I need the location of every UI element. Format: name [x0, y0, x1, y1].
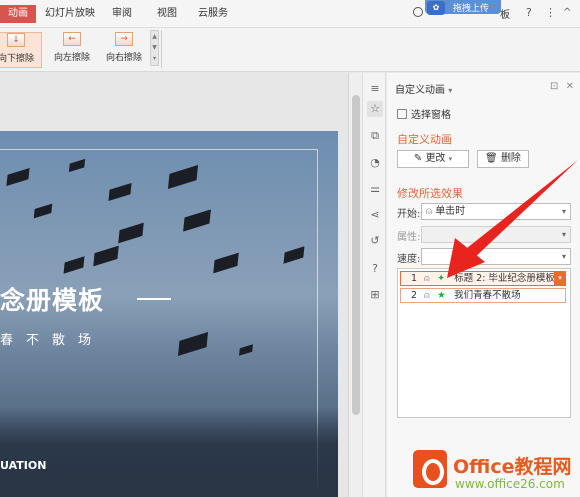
pin-icon[interactable]: ⊡ [550, 81, 558, 92]
close-icon[interactable]: ✕ [566, 81, 574, 92]
panel-title: 自定义动画 [395, 85, 445, 96]
start-label: 开始: [397, 209, 421, 220]
panel-header: 自定义动画 ▾ [395, 81, 452, 96]
animation-item-text: 标题 2: 毕业纪念册模板 [454, 273, 555, 284]
ribbon-gallery-scroller[interactable]: ▲ ▼ ▾ [150, 30, 159, 66]
ribbon: ↓ 向下擦除 ← 向左擦除 → 向右擦除 [0, 28, 580, 72]
animation-item-1[interactable]: 1 ⍝ ✦ 标题 2: 毕业纪念册模板 ▾ [400, 271, 566, 286]
title-dash [137, 298, 171, 300]
chevron-down-icon[interactable]: ▾ [554, 272, 565, 285]
help-circle-icon[interactable]: ? [367, 261, 383, 277]
animation-item-text: 我们青春不散场 [454, 290, 521, 301]
chevron-down-icon: ▾ [561, 207, 566, 216]
trash-icon: 🗑 [485, 153, 498, 164]
change-button[interactable]: ✎ 更改 ▾ [397, 150, 469, 168]
upload-badge[interactable]: ✿ 拖拽上传 [425, 0, 501, 15]
search-icon[interactable] [413, 7, 423, 17]
cloud-icon: ✿ [427, 1, 445, 15]
grid-icon[interactable]: ⊞ [367, 287, 383, 303]
wipe-left-label: 向左擦除 [53, 53, 90, 63]
slide-canvas: 念册模板 春不散场 UATION [0, 73, 348, 497]
tab-view[interactable]: 视图 [157, 6, 177, 22]
effect-star-icon: ✦ [437, 273, 446, 284]
tab-cloud[interactable]: 云服务 [198, 6, 228, 22]
shapes-icon[interactable]: ◔ [367, 155, 383, 171]
side-toolbar: ≡ ☆ ⧉ ◔ ⚌ ⋖ ↺ ? ⊞ [362, 73, 386, 497]
chevron-down-icon: ▾ [561, 230, 566, 239]
slide-title[interactable]: 念册模板 [0, 281, 104, 317]
wipe-right-button[interactable]: → 向右擦除 [98, 32, 150, 68]
delete-button[interactable]: 🗑 删除 [477, 150, 529, 168]
mouse-icon: ⍝ [424, 273, 430, 284]
tab-animation[interactable]: 动画 [0, 5, 36, 23]
change-label: 更改 [425, 153, 446, 164]
slide-subtitle[interactable]: 春不散场 [0, 329, 104, 348]
custom-animation-panel: 自定义动画 ▾ ⊡ ✕ 选择窗格 自定义动画 ✎ 更改 ▾ 🗑 删除 修改所选效… [387, 73, 580, 497]
tab-review[interactable]: 审阅 [112, 6, 132, 22]
panel-header-icons: ⊡ ✕ [550, 81, 574, 92]
animation-list: 1 ⍝ ✦ 标题 2: 毕业纪念册模板 ▾ 2 ⍝ ★ 我们青春不散场 [397, 268, 571, 418]
custom-animation-icon[interactable]: ☆ [367, 101, 383, 117]
upload-badge-label: 拖拽上传 [453, 4, 490, 14]
wipe-right-icon: → [115, 32, 133, 46]
copy-icon[interactable]: ⧉ [367, 128, 383, 144]
more-icon[interactable]: ⋮ [545, 6, 556, 19]
select-pane-icon [397, 109, 407, 119]
mouse-icon: ⍝ [424, 290, 430, 301]
delete-label: 删除 [500, 153, 521, 164]
chevron-down-icon: ▾ [448, 155, 453, 163]
office-logo-icon [413, 450, 447, 488]
slide-english-text[interactable]: UATION [0, 459, 46, 472]
tab-partial[interactable]: 板 [500, 6, 510, 21]
watermark-url: www.office26.com [455, 477, 565, 491]
section-custom-animation: 自定义动画 [397, 133, 452, 146]
mouse-icon: ⍝ [426, 206, 432, 217]
help-icon[interactable]: ? [526, 6, 532, 19]
history-icon[interactable]: ↺ [367, 233, 383, 249]
section-modify-effect: 修改所选效果 [397, 187, 463, 200]
canvas-scrollbar[interactable] [348, 73, 362, 497]
select-pane-label: 选择窗格 [411, 110, 451, 121]
tab-slideshow[interactable]: 幻灯片放映 [45, 6, 95, 22]
wipe-left-button[interactable]: ← 向左擦除 [46, 32, 98, 68]
share-icon[interactable]: ⋖ [367, 207, 383, 223]
scrollbar-thumb[interactable] [352, 95, 360, 415]
select-pane-link[interactable]: 选择窗格 [397, 106, 451, 121]
menu-lines-icon[interactable]: ≡ [367, 81, 383, 97]
speed-select[interactable]: ▾ [421, 248, 571, 265]
menu-bar: 动画 幻灯片放映 审阅 视图 云服务 ✿ 拖拽上传 板 ? ⋮ ^ [0, 0, 580, 28]
chevron-down-icon[interactable]: ▾ [448, 86, 452, 95]
ribbon-divider [161, 30, 162, 68]
collapse-ribbon-icon[interactable]: ^ [563, 7, 571, 18]
animation-item-2[interactable]: 2 ⍝ ★ 我们青春不散场 [400, 288, 566, 303]
wipe-down-label: 向下擦除 [0, 54, 34, 64]
wipe-down-icon: ↓ [7, 33, 25, 47]
watermark: Office教程网 www.office26.com [413, 450, 580, 497]
graduates-crowd-image [0, 407, 338, 497]
wipe-down-button[interactable]: ↓ 向下擦除 [0, 32, 42, 68]
wipe-right-label: 向右擦除 [105, 53, 142, 63]
effect-star-icon: ★ [437, 290, 446, 301]
wipe-left-icon: ← [63, 32, 81, 46]
watermark-title: Office教程网 [453, 456, 572, 478]
animation-item-number: 2 [411, 290, 418, 301]
settings-sliders-icon[interactable]: ⚌ [367, 181, 383, 197]
start-value: 单击时 [435, 206, 466, 217]
property-label: 属性: [397, 232, 421, 243]
slide[interactable]: 念册模板 春不散场 UATION [0, 131, 338, 497]
property-select[interactable]: ▾ [421, 226, 571, 243]
speed-label: 速度: [397, 254, 421, 265]
start-select[interactable]: ⍝ 单击时 ▾ [421, 203, 571, 220]
animation-item-number: 1 [411, 273, 418, 284]
chevron-down-icon: ▾ [561, 252, 566, 261]
pencil-icon: ✎ [413, 153, 423, 164]
